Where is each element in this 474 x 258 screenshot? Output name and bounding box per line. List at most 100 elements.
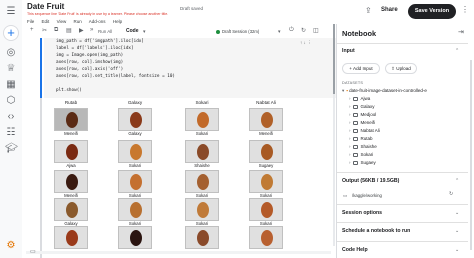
date-fruit-image xyxy=(185,108,219,131)
folder-item[interactable]: › Sokari xyxy=(349,151,373,158)
horizontal-scrollbar[interactable] xyxy=(26,251,331,254)
code-icon[interactable]: ‹› xyxy=(5,111,17,123)
menu-addons[interactable]: Add-ons xyxy=(89,19,106,24)
console-icon[interactable]: ▭ xyxy=(30,248,36,255)
caret-right-icon[interactable]: › xyxy=(349,152,351,157)
output-section-header[interactable]: Output (56KB / 19.5GB) xyxy=(342,178,399,184)
discussion-icon[interactable]: ☷ xyxy=(5,127,17,139)
input-section-header[interactable]: Input xyxy=(342,48,355,54)
expand-schedule-icon[interactable]: ⌄ xyxy=(455,228,459,234)
run-all-button[interactable]: Run All xyxy=(98,29,112,34)
date-fruit xyxy=(66,202,78,218)
folder-icon xyxy=(352,96,358,101)
folder-item[interactable]: › Nabtat Ali xyxy=(349,127,380,134)
upload-button[interactable]: ⇧ Upload xyxy=(385,63,417,74)
cell-type-select[interactable]: Code xyxy=(126,28,139,34)
date-fruit xyxy=(130,174,142,190)
caret-right-icon[interactable]: › xyxy=(349,160,351,165)
run-all-icon[interactable]: » xyxy=(90,27,93,33)
code-line[interactable]: plt.show() xyxy=(56,88,82,93)
image-label: Sugaey xyxy=(258,163,274,168)
menu-run[interactable]: Run xyxy=(74,19,82,24)
more-options-icon[interactable]: ⋮ xyxy=(461,5,469,14)
schedule-header[interactable]: Schedule a notebook to run xyxy=(342,228,410,234)
date-fruit-image xyxy=(54,226,88,249)
save-version-button[interactable]: Save Version xyxy=(408,4,456,19)
learn-icon[interactable]: 🎓︎ xyxy=(5,143,18,155)
create-icon[interactable]: + xyxy=(4,26,18,40)
folder-item[interactable]: › Rutab xyxy=(349,135,373,142)
date-fruit xyxy=(197,112,209,128)
expand-session-icon[interactable]: ⌄ xyxy=(455,210,459,216)
image-label: Ajwa xyxy=(66,163,76,168)
date-fruit-image xyxy=(249,170,283,193)
menu-help[interactable]: Help xyxy=(113,19,122,24)
caret-right-icon[interactable]: › xyxy=(349,120,351,125)
add-input-button[interactable]: + Add Input xyxy=(342,63,380,74)
caret-right-icon[interactable]: › xyxy=(349,144,351,149)
share-button[interactable]: Share xyxy=(381,7,398,13)
caret-right-icon[interactable]: › xyxy=(349,112,351,117)
caret-right-icon[interactable]: › xyxy=(349,104,351,109)
date-fruit-image xyxy=(118,170,152,193)
date-fruit-image xyxy=(185,170,219,193)
caret-right-icon[interactable]: › xyxy=(349,96,351,101)
code-line[interactable]: img_path = df['imgpath'].iloc[idx] xyxy=(56,39,144,44)
menu-file[interactable]: File xyxy=(27,19,34,24)
menu-view[interactable]: View xyxy=(57,19,67,24)
copy-icon[interactable]: ⧉ xyxy=(54,27,58,34)
models-icon[interactable]: ⬡ xyxy=(5,95,17,107)
code-line[interactable]: axes[row, col].axis('off') xyxy=(56,67,123,72)
code-line[interactable]: axes[row, col].imshow(img) xyxy=(56,60,123,65)
code-help-header[interactable]: Code Help xyxy=(342,247,368,253)
panel-scrollbar[interactable] xyxy=(470,60,472,250)
folder-icon xyxy=(352,152,358,157)
cell-more-icon[interactable]: ⋮ xyxy=(307,40,312,45)
caret-right-icon[interactable]: › xyxy=(349,136,351,141)
expand-code-help-icon[interactable]: ⌄ xyxy=(455,247,459,253)
menu-icon[interactable]: ☰ xyxy=(5,6,17,18)
table-icon[interactable]: ▦ xyxy=(5,79,17,91)
date-fruit-image xyxy=(185,140,219,163)
folder-item[interactable]: › Medjool xyxy=(349,111,376,118)
cut-icon[interactable]: ✂ xyxy=(42,27,47,34)
trophy-icon[interactable]: ♕ xyxy=(5,63,17,75)
output-path[interactable]: /kaggle/working xyxy=(352,193,382,198)
share-icon[interactable]: ⇪ xyxy=(365,6,372,15)
settings-icon[interactable]: ⚙ xyxy=(5,240,17,252)
power-icon[interactable]: ⏻ xyxy=(289,27,294,34)
datasets-header: DATASETS xyxy=(342,81,364,85)
folder-item[interactable]: › Sugaey xyxy=(349,159,376,166)
chevron-down-icon[interactable]: ▾ xyxy=(143,29,146,35)
folder-item[interactable]: › Ajwa xyxy=(349,95,370,102)
notebook-scrollbar-thumb[interactable] xyxy=(333,24,335,94)
compass-icon[interactable]: ◎ xyxy=(5,47,17,59)
menu-edit[interactable]: Edit xyxy=(42,19,50,24)
add-cell-icon[interactable]: + xyxy=(30,27,34,33)
dataset-item[interactable]: ▾ ▪ date-fruit-image-dataset-in-controlle… xyxy=(342,87,427,94)
move-up-icon[interactable]: ↑ xyxy=(300,40,302,45)
session-status[interactable]: Draft Session (32m) xyxy=(222,29,259,34)
code-line[interactable]: axes[row, col].set_title(label, fontsize… xyxy=(56,74,175,79)
caret-right-icon[interactable]: › xyxy=(349,128,351,133)
date-fruit-image xyxy=(249,108,283,131)
paste-icon[interactable]: ▤ xyxy=(66,27,72,34)
code-line[interactable]: label = df['labels'].iloc[idx] xyxy=(56,46,134,51)
folder-item[interactable]: › Galaxy xyxy=(349,103,375,110)
folder-item[interactable]: › Shaishe xyxy=(349,143,377,150)
code-line[interactable]: img = Image.open(img_path) xyxy=(56,53,123,58)
folder-item[interactable]: › Meneifi xyxy=(349,119,375,126)
history-icon[interactable]: ↻ xyxy=(301,27,306,34)
refresh-icon[interactable]: ↻ xyxy=(449,191,453,197)
move-down-icon[interactable]: ↓ xyxy=(304,40,306,45)
notebook-title[interactable]: Date Fruit xyxy=(27,2,64,11)
session-chevron-icon[interactable]: ▾ xyxy=(278,29,281,35)
collapse-output-icon[interactable]: ⌃ xyxy=(455,178,459,184)
caret-down-icon[interactable]: ▾ xyxy=(342,88,344,93)
date-fruit xyxy=(130,144,142,160)
view-icon[interactable]: ◫ xyxy=(313,27,319,34)
run-cell-icon[interactable]: ▶ xyxy=(79,27,84,34)
collapse-input-icon[interactable]: ⌃ xyxy=(455,48,459,54)
close-panel-icon[interactable]: ⇥ xyxy=(458,28,464,36)
session-options-header[interactable]: Session options xyxy=(342,210,382,216)
